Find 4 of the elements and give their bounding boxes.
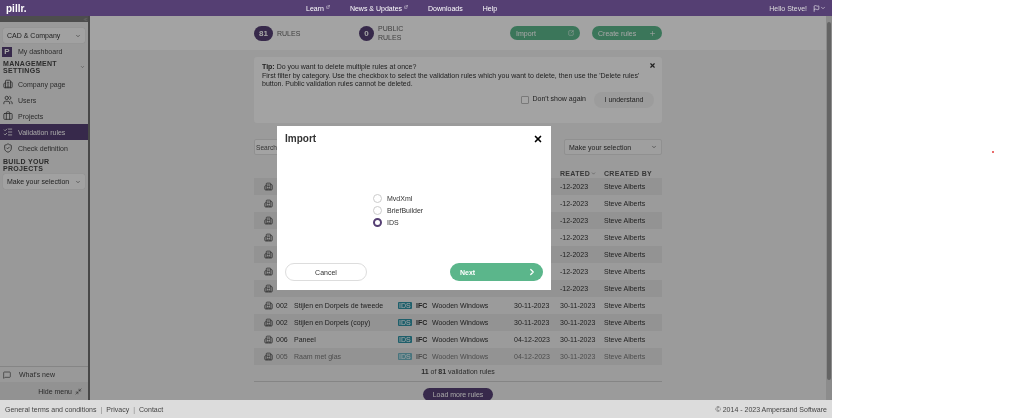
count-badge: 81	[254, 25, 273, 41]
dialog-title: Import	[285, 133, 317, 144]
dashboard-logo: P	[2, 46, 12, 57]
count-badge: 0	[359, 25, 374, 41]
